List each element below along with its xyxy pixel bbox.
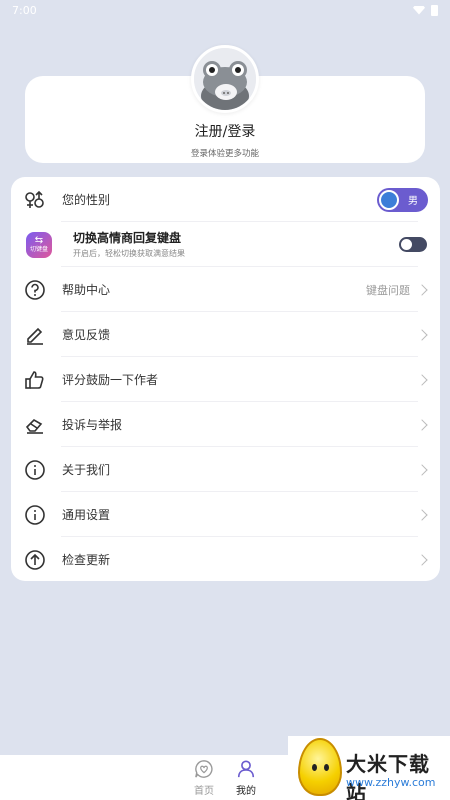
info-circle-icon <box>23 458 47 482</box>
info-circle-icon <box>23 503 47 527</box>
mascot-eye <box>312 764 317 771</box>
gender-label: 您的性别 <box>62 193 111 207</box>
chevron-right-icon <box>416 373 428 386</box>
gender-icon <box>23 188 47 212</box>
mascot-eye <box>324 764 329 771</box>
tab-mine[interactable]: 我的 <box>226 759 266 797</box>
status-time: 7:00 <box>12 3 37 17</box>
menu-item-label: 通用设置 <box>62 508 111 522</box>
chevron-right-icon <box>416 463 428 476</box>
keyboard-switch-icon: ⇆ 切键盘 <box>26 231 52 258</box>
gender-value: 男 <box>408 196 418 207</box>
tab-home[interactable]: 首页 <box>184 759 224 797</box>
gender-toggle[interactable]: 男 <box>377 187 428 212</box>
menu-item-settings[interactable]: 通用设置 <box>11 492 440 537</box>
toggle-knob <box>401 239 412 250</box>
watermark-url: www.zzhyw.com <box>346 776 436 789</box>
avatar[interactable] <box>191 45 259 113</box>
male-avatar-icon <box>379 189 399 210</box>
egg-mascot-icon <box>298 738 342 796</box>
chevron-right-icon <box>416 283 428 296</box>
menu-item-feedback[interactable]: 意见反馈 <box>11 312 440 357</box>
watermark-logo: 大米下载站 www.zzhyw.com <box>288 736 450 800</box>
eraser-icon <box>23 413 47 437</box>
chevron-right-icon <box>416 328 428 341</box>
menu-item-help[interactable]: 帮助中心 键盘问题 <box>11 267 440 312</box>
menu-item-label: 关于我们 <box>62 463 111 477</box>
menu-item-check-update[interactable]: 检查更新 <box>11 537 440 582</box>
menu-item-complaint[interactable]: 投诉与举报 <box>11 402 440 447</box>
user-icon <box>237 760 255 778</box>
keyboard-toggle[interactable] <box>399 237 427 252</box>
tab-home-label: 首页 <box>194 786 214 797</box>
menu-item-hint: 键盘问题 <box>366 283 410 297</box>
battery-icon <box>431 4 438 16</box>
menu-item-label: 检查更新 <box>62 553 111 567</box>
wifi-icon <box>413 5 425 15</box>
status-icons <box>413 4 438 16</box>
keyboard-switch-row[interactable]: ⇆ 切键盘 切换高情商回复键盘 开启后，轻松切换获取满意结果 <box>11 222 440 267</box>
menu-item-rate[interactable]: 评分鼓励一下作者 <box>11 357 440 402</box>
keyboard-icon-text: 切键盘 <box>29 246 48 253</box>
gender-row[interactable]: 您的性别 男 <box>11 177 440 222</box>
question-circle-icon <box>23 278 47 302</box>
menu-item-label: 意见反馈 <box>62 328 111 342</box>
tab-mine-label: 我的 <box>236 786 256 797</box>
menu-item-about[interactable]: 关于我们 <box>11 447 440 492</box>
swap-arrows-icon: ⇆ <box>34 235 44 246</box>
status-bar: 7:00 <box>0 0 450 20</box>
login-subtitle: 登录体验更多功能 <box>190 149 259 159</box>
chevron-right-icon <box>416 418 428 431</box>
menu-item-label: 投诉与举报 <box>62 418 123 432</box>
thumbs-up-icon <box>23 368 47 392</box>
menu-item-label: 评分鼓励一下作者 <box>62 373 159 387</box>
watermark-title: 大米下载站 <box>346 752 430 800</box>
frog-avatar-icon <box>194 48 256 110</box>
arrow-up-circle-icon <box>23 548 47 572</box>
keyboard-switch-title: 切换高情商回复键盘 <box>73 231 182 245</box>
keyboard-switch-subtitle: 开启后，轻松切换获取满意结果 <box>73 249 185 258</box>
chevron-right-icon <box>416 508 428 521</box>
pencil-icon <box>23 323 47 347</box>
login-title[interactable]: 注册/登录 <box>0 121 450 141</box>
chevron-right-icon <box>416 553 428 566</box>
menu-item-label: 帮助中心 <box>62 283 111 297</box>
home-chat-heart-icon <box>195 760 213 778</box>
